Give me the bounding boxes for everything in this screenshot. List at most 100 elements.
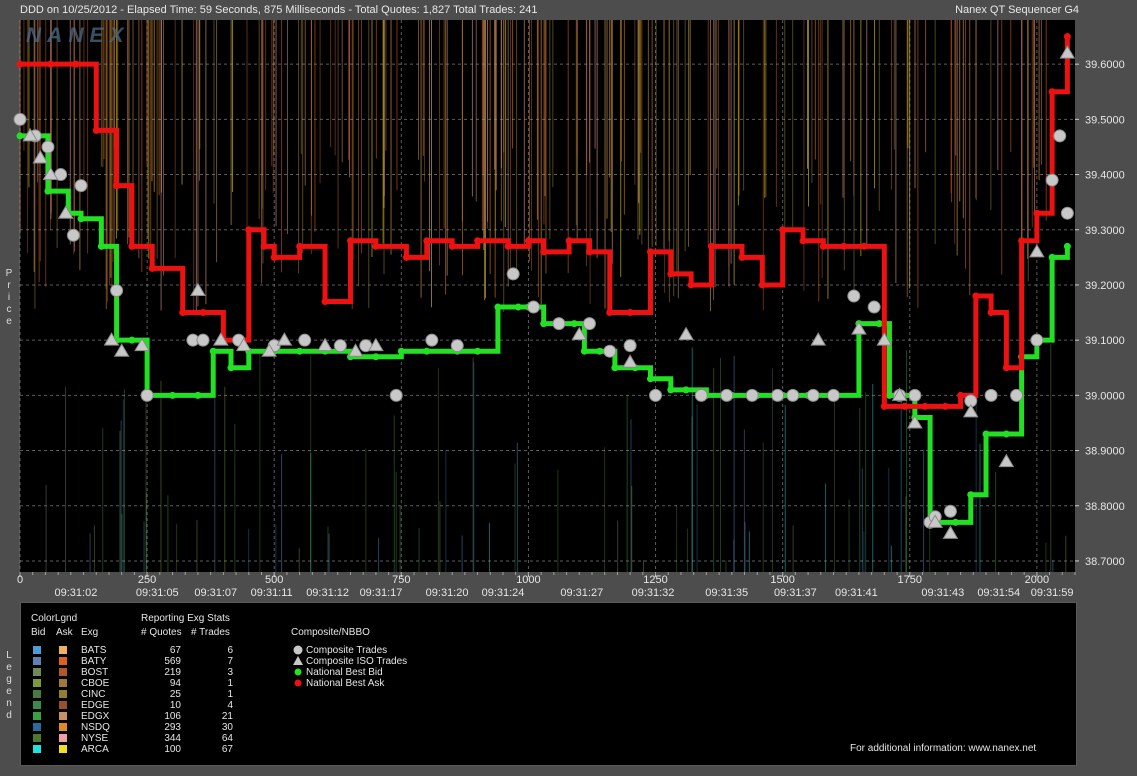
composite-trade-marker	[552, 317, 566, 331]
national-best-ask-point	[972, 292, 980, 300]
composite-trade-marker	[847, 289, 861, 303]
legend-row-exg: CBOE	[81, 678, 110, 689]
legend-bid-swatch	[33, 734, 41, 742]
time-label: 09:31:24	[482, 587, 525, 599]
national-best-bid-point	[296, 347, 304, 355]
legend-ask-swatch	[59, 679, 67, 687]
national-best-ask-point	[1048, 88, 1056, 96]
legend-bid-swatch	[33, 679, 41, 687]
x-tick-label: 1000	[516, 574, 540, 586]
legend-bid-swatch	[33, 657, 41, 665]
legend-col-ask: Ask	[56, 627, 73, 638]
time-label: 09:31:59	[1031, 587, 1074, 599]
y-tick-label: 39.6000	[1085, 59, 1125, 71]
national-best-ask-point	[646, 248, 654, 256]
legend-bid-swatch	[33, 712, 41, 720]
national-best-bid-point	[1002, 430, 1010, 438]
national-best-ask-point	[72, 60, 80, 68]
national-best-bid-point	[982, 430, 990, 438]
national-best-ask-point	[423, 237, 431, 245]
price-side-letter: c	[6, 304, 12, 315]
legend-composite-label: Composite Trades	[306, 645, 388, 656]
x-tick-label: 2000	[1025, 574, 1049, 586]
legend-side-letter: e	[6, 662, 12, 673]
composite-trade-marker	[389, 388, 403, 402]
time-label: 09:31:32	[632, 587, 675, 599]
national-best-bid-point	[682, 386, 690, 394]
legend-bid-swatch	[33, 745, 41, 753]
x-tick-label: 0	[17, 574, 23, 586]
national-best-ask-point	[16, 60, 24, 68]
legend-row-quotes: 25	[169, 689, 181, 700]
national-best-ask-point	[565, 237, 573, 245]
composite-trade-marker	[506, 267, 520, 281]
composite-trade-marker	[140, 388, 154, 402]
national-best-ask-point	[860, 242, 868, 250]
legend-colorlgnd-title: ColorLgnd	[31, 613, 78, 624]
legend-row-trades: 67	[221, 744, 233, 755]
national-best-ask-point	[799, 237, 807, 245]
time-label: 09:31:37	[774, 587, 817, 599]
time-label: 09:31:54	[977, 587, 1020, 599]
legend-panel: ColorLgnd Bid Ask Exg Reporting Exg Stat…	[20, 602, 1077, 766]
national-best-bid-point	[885, 391, 893, 399]
national-best-bid-point	[44, 187, 52, 195]
y-tick-label: 39.0000	[1085, 390, 1125, 402]
price-side-letter: r	[7, 280, 11, 291]
x-tick-label: 1750	[898, 574, 922, 586]
composite-trade-marker	[74, 179, 88, 193]
legend-row-quotes: 569	[164, 656, 181, 667]
national-best-ask-point	[372, 242, 380, 250]
national-best-bid-point	[580, 347, 588, 355]
y-tick-label: 38.9000	[1085, 446, 1125, 458]
legend-row-quotes: 293	[164, 722, 181, 733]
legend-row-exg: EDGE	[81, 700, 110, 711]
composite-trade-marker	[649, 388, 663, 402]
composite-trade-marker	[908, 388, 922, 402]
legend-dot-icon	[294, 679, 302, 687]
national-best-ask-point	[540, 248, 548, 256]
time-label: 09:31:12	[306, 587, 349, 599]
legend-circle-icon	[293, 645, 303, 655]
national-best-ask-point	[921, 402, 929, 410]
composite-trade-marker	[298, 333, 312, 347]
national-best-ask-point	[758, 281, 766, 289]
x-tick-label: 750	[392, 574, 410, 586]
time-label: 09:31:02	[55, 587, 98, 599]
legend-composite-label: Composite ISO Trades	[306, 656, 408, 667]
legend-row-quotes: 10	[169, 700, 181, 711]
legend-row-trades: 21	[221, 711, 233, 722]
time-label: 09:31:27	[560, 587, 603, 599]
national-best-bid-point	[423, 347, 431, 355]
composite-trade-marker	[1010, 388, 1024, 402]
time-label: 09:31:11	[251, 587, 293, 599]
composite-trade-marker	[196, 333, 210, 347]
legend-ask-swatch	[59, 723, 67, 731]
y-tick-label: 39.5000	[1085, 114, 1125, 126]
composite-trade-marker	[943, 504, 957, 518]
legend-row-trades: 6	[227, 645, 233, 656]
national-best-ask-point	[626, 309, 634, 317]
x-tick-label: 1250	[643, 574, 667, 586]
legend-row-trades: 30	[221, 722, 233, 733]
legend-row-exg: NSDQ	[81, 722, 110, 733]
national-best-ask-point	[1063, 33, 1071, 41]
composite-trade-marker	[623, 339, 637, 353]
composite-trade-marker	[720, 388, 734, 402]
national-best-bid-point	[128, 336, 136, 344]
national-best-ask-point	[113, 182, 121, 190]
legend-bid-swatch	[33, 646, 41, 654]
y-tick-label: 38.7000	[1085, 556, 1125, 568]
national-best-bid-point	[169, 391, 177, 399]
national-best-ask-point	[707, 242, 715, 250]
y-tick-label: 39.1000	[1085, 335, 1125, 347]
national-best-ask-point	[840, 242, 848, 250]
national-best-ask-point	[148, 264, 156, 272]
national-best-ask-point	[47, 60, 55, 68]
national-best-bid-point	[967, 491, 975, 499]
national-best-ask-point	[448, 242, 456, 250]
national-best-ask-point	[941, 402, 949, 410]
national-best-ask-point	[321, 298, 329, 306]
national-best-ask-point	[880, 402, 888, 410]
y-axis: 39.6000 39.5000 39.4000 39.3000 39.2000 39.10…	[1075, 59, 1125, 568]
